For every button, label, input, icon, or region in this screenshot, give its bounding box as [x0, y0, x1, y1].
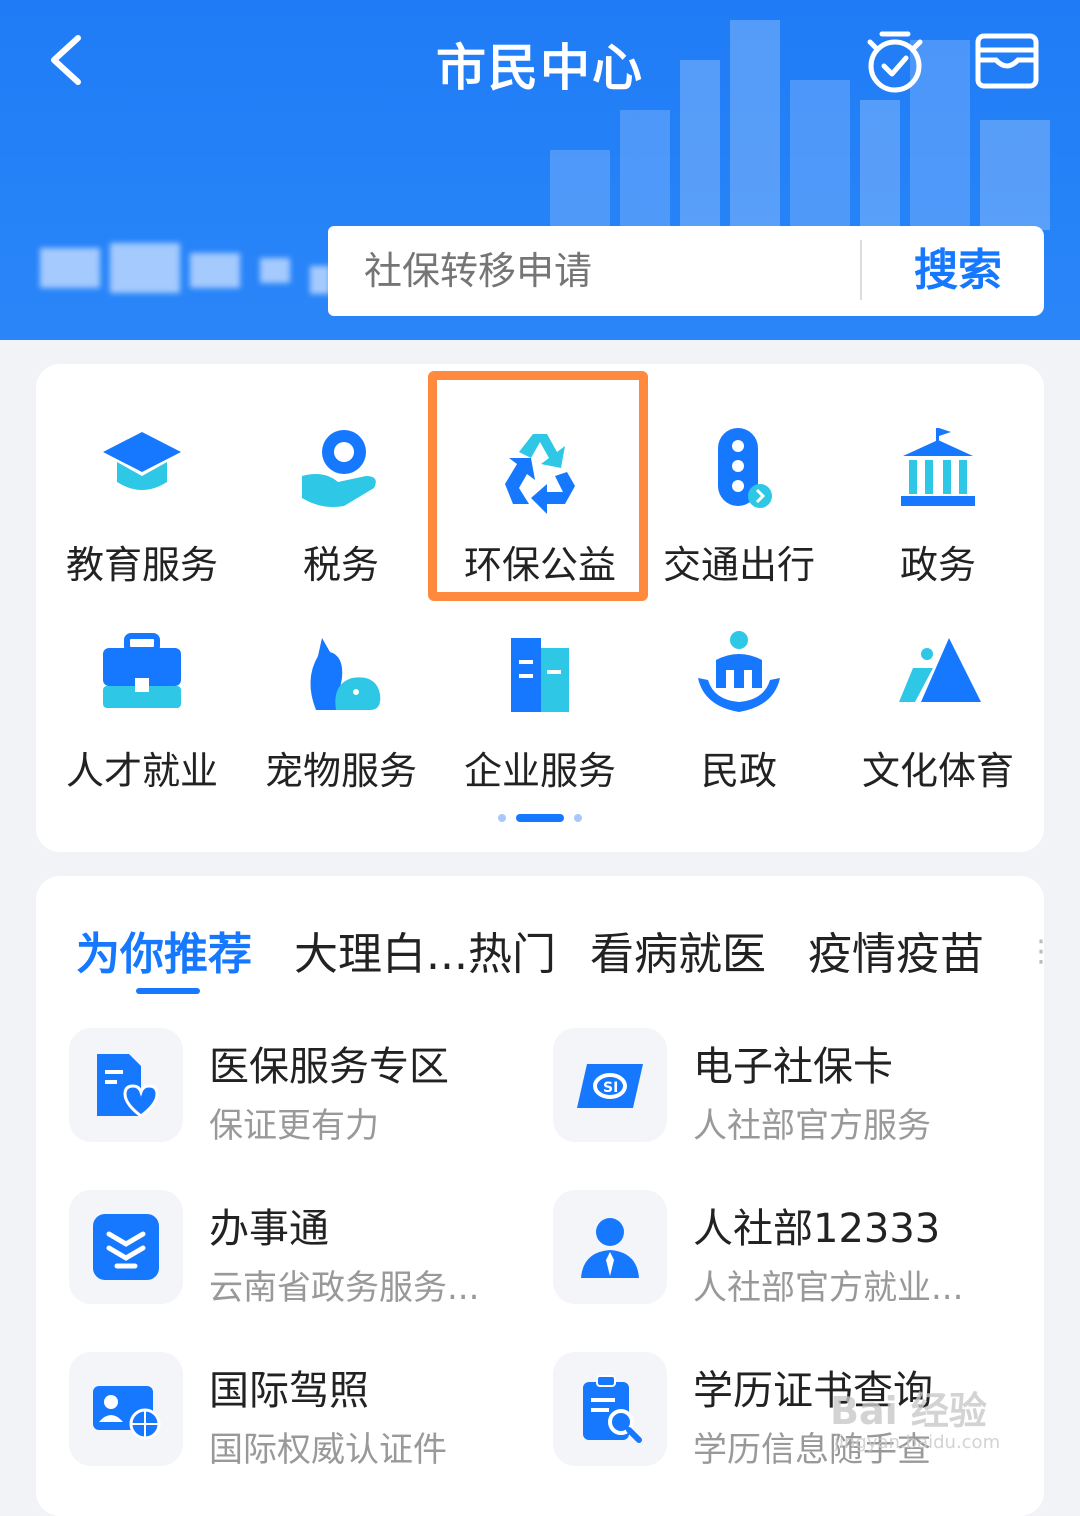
pets-icon [310, 638, 381, 710]
service-hrss-12333[interactable]: 人社部12333 人社部官方就业... [553, 1190, 1013, 1310]
service-title: 办事通 [209, 1206, 329, 1252]
page-indicator [496, 814, 586, 824]
government-building-icon [901, 428, 975, 506]
hand-coin-icon [302, 430, 376, 507]
service-medical-insurance[interactable]: 医保服务专区 保证更有力 [69, 1028, 529, 1148]
service-title: 国际驾照 [209, 1368, 369, 1414]
person-icon [581, 1218, 639, 1278]
service-subtitle: 云南省政务服务... [209, 1268, 480, 1308]
category-label: 企业服务 [463, 749, 616, 793]
category-culture-sports[interactable]: 文化体育 [838, 630, 1038, 810]
header-bar: 市民中心 搜索 [0, 0, 1080, 340]
service-title: 人社部12333 [693, 1206, 941, 1252]
mountain-icon [899, 638, 981, 702]
category-label: 文化体育 [861, 749, 1014, 793]
baidu-jingyan-watermark: Bai 经验 jingyan.baidu.com [830, 1389, 1001, 1453]
category-transport[interactable]: 交通出行 [639, 424, 839, 604]
category-label: 人才就业 [65, 749, 218, 793]
wallet-icon [975, 33, 1039, 89]
banshitong-icon [93, 1214, 159, 1280]
service-icon-tile [553, 1352, 667, 1466]
stopwatch-check-icon [867, 31, 923, 93]
category-label: 教育服务 [65, 543, 218, 587]
category-government[interactable]: 政务 [838, 424, 1038, 604]
service-title: 电子社保卡 [693, 1044, 893, 1090]
tab-dali-popular[interactable]: 大理白...热门 [294, 918, 556, 982]
driver-license-icon [93, 1386, 161, 1440]
service-icon-tile [69, 1190, 183, 1304]
tab-recommended[interactable]: 为你推荐 [76, 918, 252, 982]
tab-epidemic-vaccine[interactable]: 疫情疫苗 [808, 918, 984, 982]
service-subtitle: 保证更有力 [209, 1106, 379, 1146]
briefcase-icon [103, 633, 181, 708]
category-pets[interactable]: 宠物服务 [241, 630, 441, 810]
service-international-license[interactable]: 国际驾照 国际权威认证件 [69, 1352, 529, 1472]
traffic-light-icon [718, 428, 772, 508]
svg-text:SI: SI [603, 1080, 618, 1096]
category-talent-employment[interactable]: 人才就业 [42, 630, 242, 810]
office-building-icon [511, 638, 569, 712]
medical-insurance-icon [97, 1054, 159, 1118]
timer-button[interactable] [860, 26, 930, 96]
user-name-blurred [30, 238, 330, 298]
category-enterprise[interactable]: 企业服务 [440, 630, 640, 810]
service-subtitle: 国际权威认证件 [209, 1430, 447, 1470]
service-icon-tile: SI [553, 1028, 667, 1142]
search-input[interactable] [364, 246, 844, 296]
people-care-icon [698, 631, 780, 712]
search-bar: 搜索 [328, 226, 1044, 316]
page-dot [498, 814, 506, 822]
service-social-security-card[interactable]: SI 电子社保卡 人社部官方服务 [553, 1028, 1013, 1148]
service-icon-tile [553, 1190, 667, 1304]
tab-medical[interactable]: 看病就医 [590, 918, 766, 982]
service-icon-tile [69, 1352, 183, 1466]
certificate-search-icon [583, 1375, 642, 1443]
graduation-cap-icon [103, 432, 181, 490]
category-label: 交通出行 [662, 543, 815, 587]
service-subtitle: 人社部官方就业... [693, 1268, 964, 1308]
service-icon-tile [69, 1028, 183, 1142]
category-label: 政务 [899, 543, 976, 587]
active-tab-underline [136, 988, 200, 994]
wallet-button[interactable] [972, 26, 1042, 96]
category-label: 税务 [302, 543, 379, 587]
category-tax[interactable]: 税务 [241, 424, 441, 604]
service-banshitong[interactable]: 办事通 云南省政务服务... [69, 1190, 529, 1310]
page-dot [574, 814, 582, 822]
social-security-card-icon: SI [577, 1064, 643, 1108]
category-label: 民政 [700, 749, 777, 793]
search-button[interactable]: 搜索 [888, 242, 1028, 300]
tabs-overflow-indicator[interactable]: ⋮ [1026, 934, 1056, 969]
highlight-annotation [428, 371, 648, 601]
page-dot-active [516, 814, 564, 822]
service-title: 医保服务专区 [209, 1044, 449, 1090]
service-subtitle: 人社部官方服务 [693, 1106, 931, 1146]
category-education[interactable]: 教育服务 [42, 424, 242, 604]
search-divider [860, 240, 862, 300]
category-civil-affairs[interactable]: 民政 [639, 630, 839, 810]
category-label: 宠物服务 [264, 749, 417, 793]
